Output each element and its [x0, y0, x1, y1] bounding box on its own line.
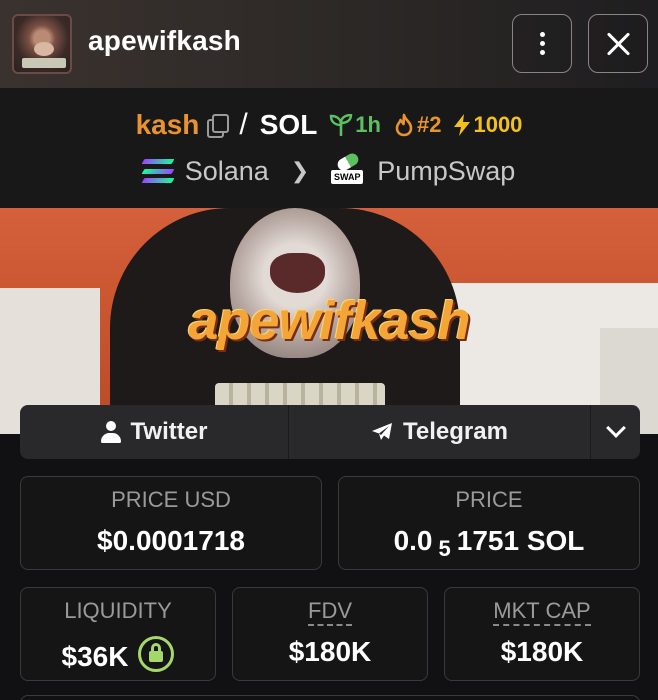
fdv-label[interactable]: FDV — [308, 598, 352, 626]
price-digits: 1751 SOL — [456, 525, 585, 556]
price-usd-value: $0.0001718 — [97, 525, 245, 556]
price-native-value: 0.0 5 1751 SOL — [339, 525, 639, 562]
lightning-icon — [454, 114, 471, 136]
age-badge: 1h — [329, 112, 381, 138]
pair-info: kash / SOL 1h #2 1000 Solana ❯ SWAP Pump… — [0, 88, 658, 208]
seedling-icon — [330, 114, 353, 136]
twitter-button[interactable]: Twitter — [20, 405, 288, 459]
pumpswap-icon: SWAP — [331, 151, 364, 186]
price-zero-count: 5 — [438, 536, 451, 561]
pair-separator: / — [239, 108, 248, 141]
price-usd-card: PRICE USD $0.0001718 — [20, 476, 322, 570]
chevron-down-icon — [605, 418, 626, 438]
banner-text: apewifkash — [188, 291, 470, 351]
quote-symbol: SOL — [259, 109, 318, 140]
boost-badge[interactable]: 1000 — [453, 112, 522, 138]
twitter-label: Twitter — [130, 418, 208, 445]
price-prefix: 0.0 — [393, 525, 433, 556]
base-symbol: kash — [135, 109, 200, 140]
price-label: PRICE — [455, 487, 523, 512]
user-icon — [100, 421, 121, 443]
solana-icon — [141, 159, 175, 183]
dex-link[interactable]: PumpSwap — [377, 156, 515, 187]
price-usd-label: PRICE USD — [111, 487, 231, 512]
boost-value: 1000 — [473, 112, 523, 137]
liquidity-value-row: $36K — [21, 636, 215, 673]
telegram-icon — [372, 423, 393, 440]
copy-icon[interactable] — [207, 114, 230, 138]
token-avatar — [12, 14, 72, 74]
next-stats-row — [20, 695, 640, 700]
flame-icon — [395, 113, 413, 137]
fdv-card: FDV $180K — [232, 587, 428, 681]
market-cap-value: $180K — [500, 636, 584, 667]
page-title: apewifkash — [88, 25, 241, 56]
telegram-label: Telegram — [403, 418, 508, 445]
chevron-right-icon: ❯ — [290, 158, 310, 183]
market-cap-label[interactable]: MKT CAP — [493, 598, 591, 626]
liquidity-label: LIQUIDITY — [64, 598, 172, 623]
kebab-menu-icon — [539, 32, 545, 55]
telegram-button[interactable]: Telegram — [288, 405, 591, 459]
price-native-card: PRICE 0.0 5 1751 SOL — [338, 476, 640, 570]
more-options-button[interactable] — [512, 14, 572, 73]
trending-rank-badge[interactable]: #2 — [393, 112, 441, 138]
social-links: Twitter Telegram — [20, 405, 640, 459]
chain-link[interactable]: Solana — [185, 156, 269, 187]
header: apewifkash — [0, 0, 658, 88]
close-icon — [605, 31, 631, 57]
fdv-value: $180K — [288, 636, 372, 667]
market-cap-card: MKT CAP $180K — [444, 587, 640, 681]
liquidity-card: LIQUIDITY $36K — [20, 587, 216, 681]
rank-value: #2 — [416, 112, 442, 137]
more-links-button[interactable] — [591, 405, 640, 459]
liquidity-value: $36K — [61, 641, 129, 672]
lock-icon[interactable] — [138, 636, 175, 672]
pair-line: kash / SOL 1h #2 1000 — [0, 108, 658, 142]
breadcrumb: Solana ❯ SWAP PumpSwap — [0, 151, 658, 188]
close-button[interactable] — [588, 14, 648, 73]
age-value: 1h — [355, 112, 381, 137]
